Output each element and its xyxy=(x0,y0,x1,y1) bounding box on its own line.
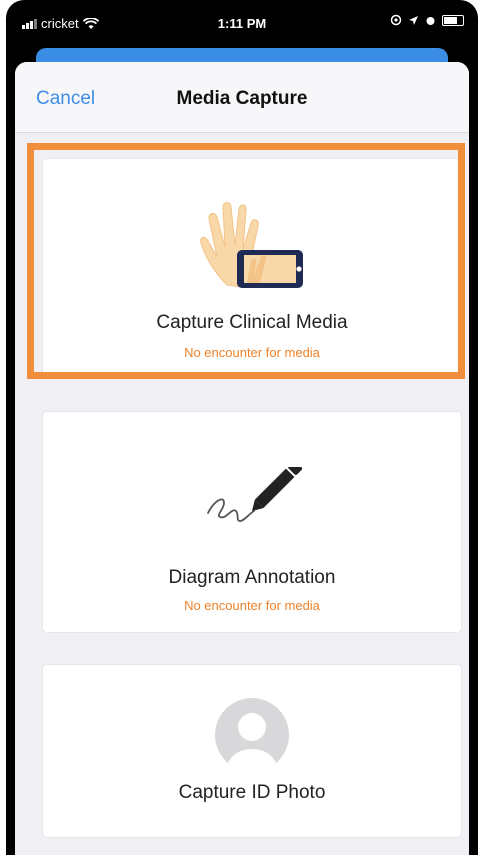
option-title: Diagram Annotation xyxy=(168,567,336,588)
person-photo-icon xyxy=(215,698,289,772)
phone-frame: cricket 1:11 PM Cancel Media Capture Cap… xyxy=(6,0,478,855)
status-bar: cricket 1:11 PM xyxy=(6,0,478,48)
option-title: Capture Clinical Media xyxy=(156,312,348,333)
pen-annotation-icon xyxy=(207,467,302,522)
status-right xyxy=(390,14,464,26)
rotation-lock-icon xyxy=(390,14,402,26)
capture-clinical-media-option[interactable]: Capture Clinical Media No encounter for … xyxy=(43,159,461,376)
option-title: Capture ID Photo xyxy=(178,782,326,803)
page-title: Media Capture xyxy=(176,88,308,109)
navbar: Cancel Media Capture xyxy=(15,62,469,133)
diagram-annotation-option[interactable]: Diagram Annotation No encounter for medi… xyxy=(43,412,461,632)
media-capture-sheet: Cancel Media Capture Capture Clinical Me… xyxy=(15,62,469,855)
location-icon xyxy=(409,15,418,25)
battery-icon xyxy=(442,14,464,26)
hand-phone-icon xyxy=(200,202,303,288)
capture-id-photo-option[interactable]: Capture ID Photo xyxy=(43,665,461,837)
option-subtitle: No encounter for media xyxy=(184,598,320,613)
option-subtitle: No encounter for media xyxy=(184,345,320,360)
alarm-icon xyxy=(426,16,435,25)
